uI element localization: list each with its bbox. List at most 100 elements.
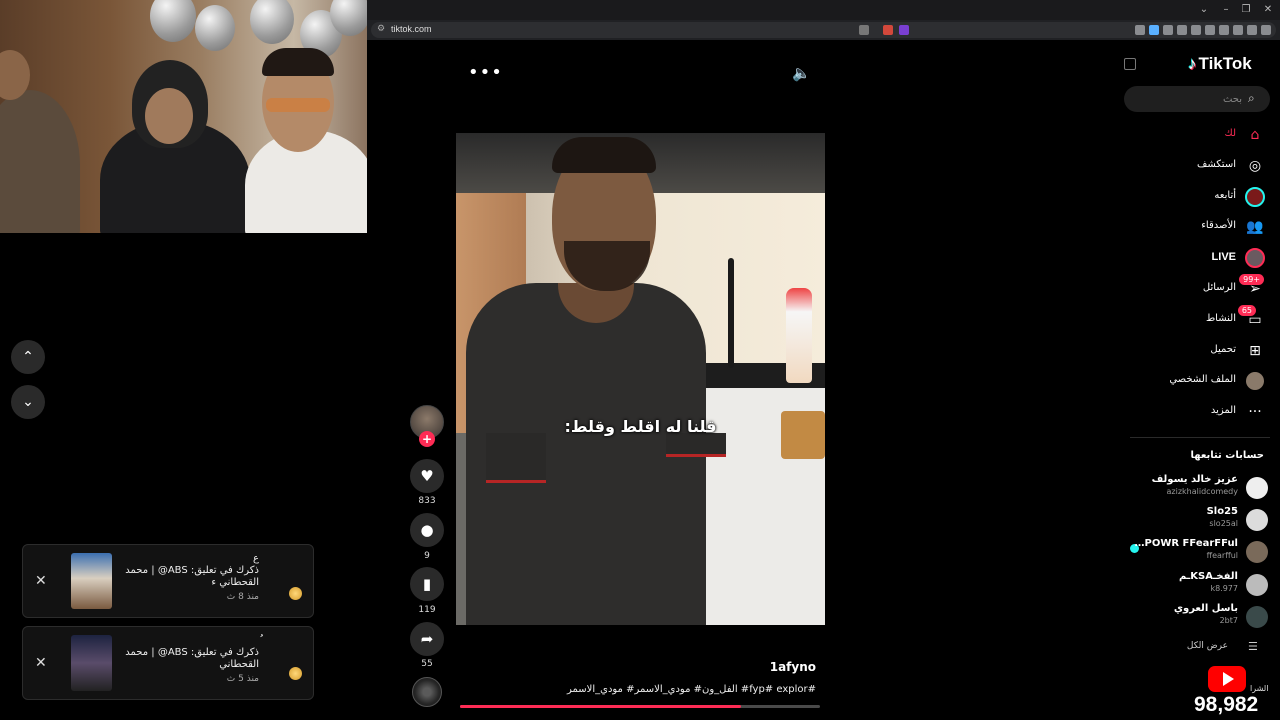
share-arrow-icon: ➦ — [420, 630, 434, 648]
next-video-button[interactable]: ⌄ — [11, 385, 45, 419]
coin-icon — [289, 667, 302, 680]
tab-strip: ⌄ – ❐ ✕ — [367, 0, 1280, 20]
vpn-icon[interactable] — [1247, 25, 1257, 35]
friends-icon: 👥 — [1246, 219, 1264, 235]
search-box[interactable]: ⌕ — [1124, 86, 1270, 112]
tiktok-logo[interactable]: ♪ TikTok — [1188, 54, 1252, 74]
sidebar-item-more[interactable]: المزيد ··· — [1140, 402, 1270, 424]
comment-button[interactable]: ● — [410, 513, 444, 547]
youtube-logo-icon — [1208, 666, 1246, 692]
search-input[interactable] — [1134, 91, 1242, 107]
follow-button[interactable]: + — [419, 431, 435, 447]
extension-icon[interactable] — [1163, 25, 1173, 35]
person-left — [0, 90, 80, 233]
close-window-button[interactable]: ✕ — [1260, 4, 1276, 15]
following-account[interactable]: عزيز خالد يسولف azizkhalidcomedy — [1130, 474, 1270, 502]
activity-badge: 65 — [1237, 305, 1256, 316]
sidebar-item-upload[interactable]: تحميل ⊞ — [1140, 341, 1270, 363]
extension-icon[interactable] — [1149, 25, 1159, 35]
extension-icon[interactable] — [1233, 25, 1243, 35]
save-button[interactable]: ▮ — [410, 567, 444, 601]
notification-text: ع ذكرك في تعليق: ABS@ | محمد القحطاني ء … — [119, 553, 259, 603]
mention-notification[interactable]: ✕ ع ذكرك في تعليق: ABS@ | محمد القحطاني … — [22, 544, 314, 618]
following-accounts-title: حسابات تتابعها — [1190, 450, 1264, 461]
address-bar[interactable]: ⚙ tiktok.com — [371, 22, 1276, 38]
live-avatar-icon — [1245, 248, 1265, 268]
notification-thumbnail — [71, 635, 112, 691]
video-description: #fyp# explor# الفل_ون# مودي_الاسمر# مودي… — [566, 684, 816, 695]
comment-icon: ● — [420, 521, 434, 539]
person-hair — [552, 137, 656, 173]
following-account[interactable]: Slo25 slo25al — [1130, 506, 1270, 534]
video-author[interactable]: 1afyno — [760, 660, 816, 674]
mention-notification[interactable]: ✕ ُ ذكرك في تعليق: ABS@ | محمد القحطاني … — [22, 626, 314, 700]
webcam-feed — [0, 0, 367, 233]
following-account[interactable]: الفخـKSAـم k8.977 — [1130, 571, 1270, 599]
volume-icon[interactable]: 🔈 — [792, 64, 811, 82]
sidebar-item-following[interactable]: أتابعه — [1140, 187, 1270, 209]
sleeve — [666, 433, 726, 457]
following-account[interactable]: POWR FFearFFul… ffearfful — [1130, 538, 1270, 566]
like-count: 833 — [418, 496, 436, 506]
more-options-icon[interactable]: ••• — [468, 62, 503, 83]
video-progress-fill — [460, 705, 741, 708]
extension-icon[interactable] — [1219, 25, 1229, 35]
address-url[interactable]: tiktok.com — [391, 24, 432, 34]
avatar — [1246, 541, 1268, 563]
extension-icon[interactable] — [1135, 25, 1145, 35]
extension-icon[interactable] — [1177, 25, 1187, 35]
sidebar-item-live[interactable]: LIVE — [1140, 248, 1270, 270]
brave-rewards-icon[interactable] — [899, 25, 909, 35]
sidebar-item-profile[interactable]: الملف الشخصي — [1140, 371, 1270, 393]
profile-avatar-icon — [1245, 371, 1265, 391]
extension-icon[interactable] — [1191, 25, 1201, 35]
avatar — [1246, 477, 1268, 499]
save-count: 119 — [418, 605, 436, 615]
extension-icon[interactable] — [1205, 25, 1215, 35]
sidebar-item-activity[interactable]: النشاط ▭ 65 — [1140, 305, 1270, 332]
notification-text: ُ ذكرك في تعليق: ABS@ | محمد القحطاني من… — [119, 635, 259, 685]
notification-time: منذ 5 ث — [226, 674, 259, 684]
share-count: 55 — [421, 659, 433, 669]
brave-shield-icon[interactable] — [883, 25, 893, 35]
see-all-link[interactable]: عرض الكل — [1187, 641, 1228, 651]
zoom-icon[interactable] — [859, 25, 869, 35]
balloon — [150, 0, 196, 42]
sleeve — [486, 433, 546, 483]
minimize-button[interactable]: – — [1218, 4, 1234, 15]
following-avatar-icon — [1245, 187, 1265, 207]
tiktok-note-icon: ♪ — [1188, 54, 1197, 73]
heart-icon: ♥ — [420, 467, 434, 485]
more-icon: ··· — [1248, 404, 1262, 420]
faucet — [728, 258, 734, 368]
comment-count: 9 — [424, 551, 430, 561]
video-progress-bar[interactable] — [460, 705, 820, 708]
sidebar-item-for-you[interactable]: لك ⌂ — [1140, 125, 1270, 147]
menu-icon[interactable] — [1261, 25, 1271, 35]
sunglasses — [266, 98, 330, 112]
video-frame[interactable]: قلنا له اقلط وقلط: — [456, 133, 825, 625]
bookmark-icon: ▮ — [422, 575, 432, 593]
following-account[interactable]: باسل العروي 2bt7 — [1130, 603, 1270, 631]
close-icon[interactable]: ✕ — [35, 655, 47, 671]
collapse-sidebar-icon[interactable] — [1124, 58, 1136, 70]
counter-label: الشرا — [1250, 684, 1269, 693]
coin-icon — [289, 587, 302, 600]
tab-search-icon[interactable]: ⌄ — [1196, 4, 1212, 15]
share-button[interactable]: ➦ — [410, 622, 444, 656]
sidebar-item-explore[interactable]: استكشف ◎ — [1140, 156, 1270, 178]
like-button[interactable]: ♥ — [410, 459, 444, 493]
close-icon[interactable]: ✕ — [35, 573, 47, 589]
chevron-up-icon: ⌃ — [22, 349, 34, 365]
sidebar-item-messages[interactable]: الرسائل ➢ 99+ — [1140, 274, 1270, 301]
sidebar-item-friends[interactable]: الأصدقاء 👥 — [1140, 217, 1270, 239]
maximize-button[interactable]: ❐ — [1238, 4, 1254, 15]
notification-thumbnail — [71, 553, 112, 609]
upload-icon: ⊞ — [1249, 343, 1261, 359]
search-icon[interactable]: ⌕ — [1248, 91, 1255, 106]
site-settings-icon[interactable]: ⚙ — [377, 24, 385, 34]
sound-disc-icon[interactable] — [412, 677, 442, 707]
notification-time: منذ 8 ث — [226, 592, 259, 602]
sidebar-divider — [1130, 437, 1270, 438]
previous-video-button[interactable]: ⌃ — [11, 340, 45, 374]
